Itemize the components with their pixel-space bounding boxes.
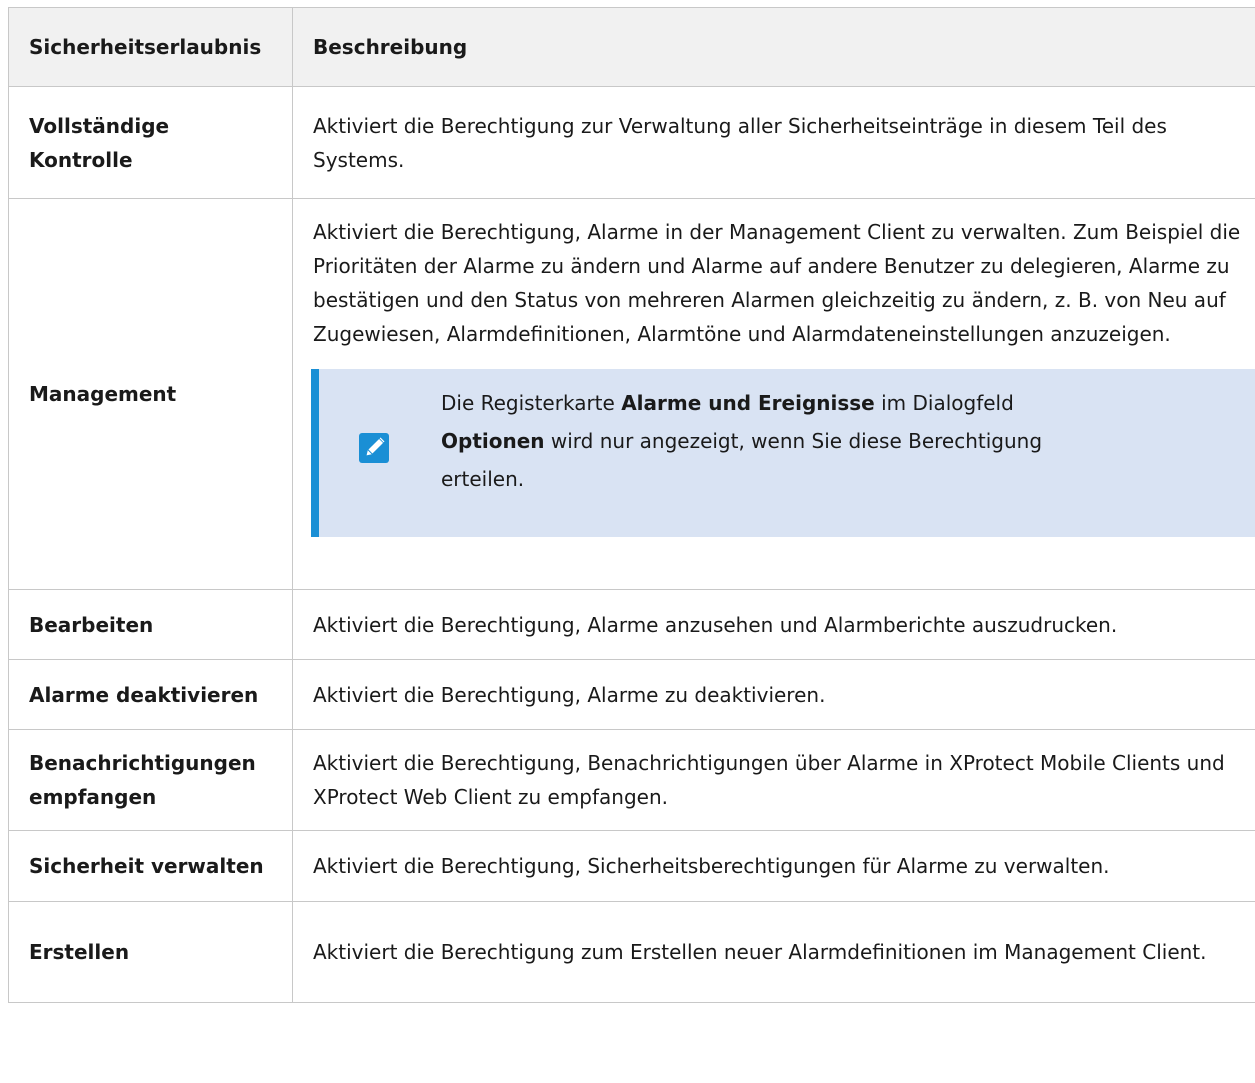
permission-name: Bearbeiten xyxy=(8,589,293,660)
note-text-part: im Dialogfeld xyxy=(874,391,1014,415)
note-box: Die Registerkarte Alarme und Ereignisse … xyxy=(311,369,1255,537)
permission-description: Aktiviert die Berechtigung, Alarme in de… xyxy=(313,220,1241,346)
permission-description: Aktiviert die Berechtigung zum Erstellen… xyxy=(292,901,1255,1003)
table-header: Sicherheitserlaubnis Beschreibung xyxy=(8,7,1255,87)
table-row: Alarme deaktivieren Aktiviert die Berech… xyxy=(8,659,1255,730)
permission-description: Aktiviert die Berechtigung, Alarme zu de… xyxy=(292,659,1255,730)
table-body: Vollständige Kontrolle Aktiviert die Ber… xyxy=(8,86,1255,1003)
permission-description: Aktiviert die Berechtigung, Alarme anzus… xyxy=(292,589,1255,660)
permission-name: Vollständige Kontrolle xyxy=(8,86,293,199)
pencil-note-icon-graphic xyxy=(366,437,385,456)
permission-description-cell: Aktiviert die Berechtigung, Alarme in de… xyxy=(292,198,1255,590)
header-description: Beschreibung xyxy=(292,7,1255,87)
table-row: Bearbeiten Aktiviert die Berechtigung, A… xyxy=(8,589,1255,660)
table-row: Benachrichtigungen empfangen Aktiviert d… xyxy=(8,729,1255,831)
permission-name: Sicherheit verwalten xyxy=(8,830,293,902)
permission-name: Alarme deaktivieren xyxy=(8,659,293,730)
permission-name-line: empfangen xyxy=(29,785,157,809)
table-row: Sicherheit verwalten Aktiviert die Berec… xyxy=(8,830,1255,902)
permission-name: Benachrichtigungen empfangen xyxy=(8,729,293,831)
table-row: Management Aktiviert die Berechtigung, A… xyxy=(8,198,1255,590)
note-text-part: Die Registerkarte xyxy=(441,391,622,415)
permission-name: Erstellen xyxy=(8,901,293,1003)
permission-name-line: Kontrolle xyxy=(29,147,133,172)
pencil-note-icon xyxy=(359,433,389,463)
table-row: Vollständige Kontrolle Aktiviert die Ber… xyxy=(8,86,1255,199)
permission-description: Aktiviert die Berechtigung zur Verwaltun… xyxy=(292,86,1255,199)
permission-name-line: Benachrichtigungen xyxy=(29,751,256,775)
note-text: Die Registerkarte Alarme und Ereignisse … xyxy=(441,371,1081,498)
permission-name-line: Vollständige xyxy=(29,113,170,138)
permission-name: Management xyxy=(8,198,293,590)
permission-description: Aktiviert die Berechtigung, Benachrichti… xyxy=(292,729,1255,831)
header-row: Sicherheitserlaubnis Beschreibung xyxy=(8,7,1255,87)
permission-description: Aktiviert die Berechtigung, Sicherheitsb… xyxy=(292,830,1255,902)
table-row: Erstellen Aktiviert die Berechtigung zum… xyxy=(8,901,1255,1003)
note-bold-options: Optionen xyxy=(441,429,545,453)
permissions-table: Sicherheitserlaubnis Beschreibung Vollst… xyxy=(8,7,1255,1003)
note-bold-alarms-events: Alarme und Ereignisse xyxy=(621,391,875,415)
header-security-permission: Sicherheitserlaubnis xyxy=(8,7,293,87)
